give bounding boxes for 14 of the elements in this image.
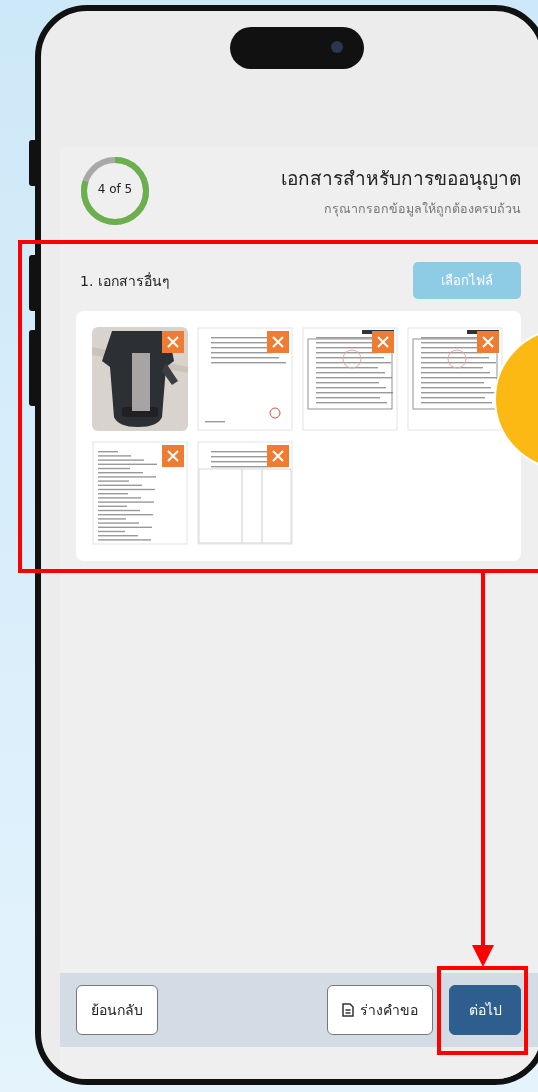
next-button[interactable]: ต่อไป bbox=[449, 985, 521, 1035]
remove-button[interactable] bbox=[267, 331, 289, 353]
page-title: เอกสารสำหรับการขออนุญาต bbox=[281, 166, 521, 192]
remove-button[interactable] bbox=[162, 445, 184, 467]
remove-button[interactable] bbox=[162, 331, 184, 353]
remove-button[interactable] bbox=[372, 331, 394, 353]
remove-button[interactable] bbox=[267, 445, 289, 467]
draft-button[interactable]: ร่างคำขอ bbox=[327, 985, 433, 1035]
step-counter: 4 of 5 bbox=[96, 182, 134, 196]
remove-button[interactable] bbox=[477, 331, 499, 353]
document-icon bbox=[342, 1003, 354, 1017]
page-subtitle: กรุณากรอกข้อมูลให้ถูกต้องครบถ้วน bbox=[324, 200, 521, 219]
back-button[interactable]: ย้อนกลับ bbox=[76, 985, 158, 1035]
section-title: 1. เอกสารอื่นๆ bbox=[80, 271, 170, 291]
